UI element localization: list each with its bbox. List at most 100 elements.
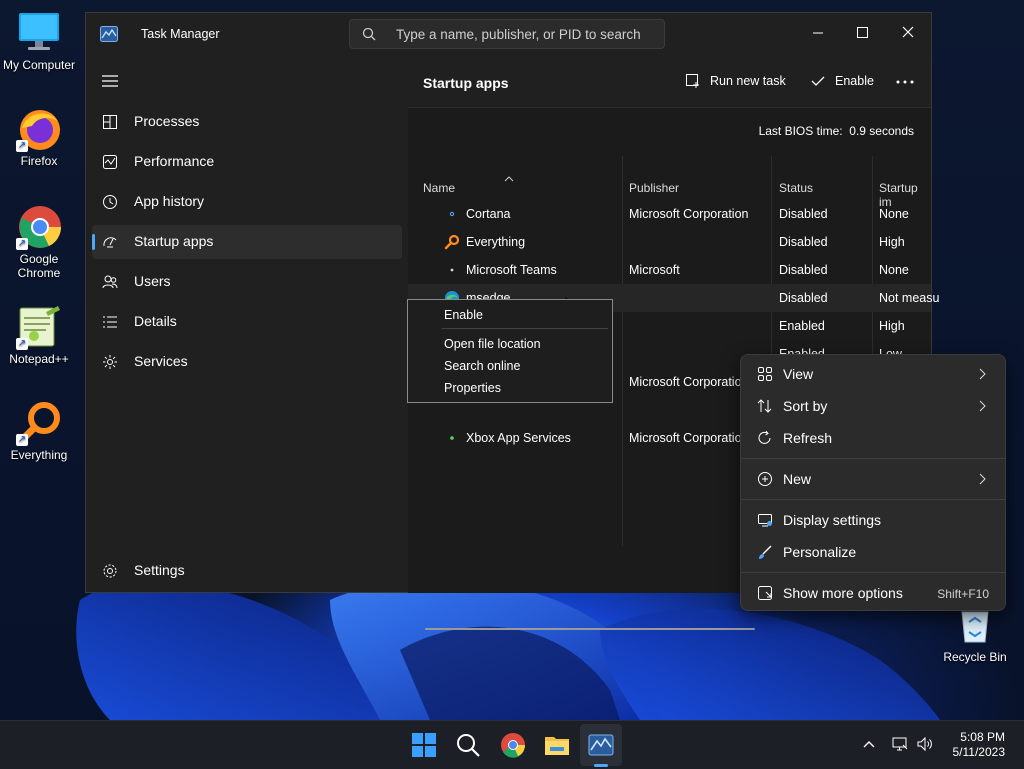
chevron-right-icon xyxy=(977,367,987,381)
shortcut-arrow-icon: ↗ xyxy=(16,434,28,446)
details-icon xyxy=(102,314,118,330)
nav-item-processes[interactable]: Processes xyxy=(92,105,402,139)
title-bar[interactable]: Task Manager Type a name, publisher, or … xyxy=(86,13,931,57)
bios-label: Last BIOS time: xyxy=(758,124,843,138)
close-button[interactable] xyxy=(888,19,928,47)
row-publisher: Microsoft xyxy=(629,263,680,277)
column-header-name[interactable]: Name xyxy=(423,181,455,195)
last-bios-time: Last BIOS time: 0.9 seconds xyxy=(759,124,914,138)
more-dots-icon xyxy=(896,73,914,89)
navigation-pane: Processes Performance App history Startu… xyxy=(86,57,408,593)
menu-item-sort-by[interactable]: Sort by xyxy=(741,390,1005,422)
clock-time: 5:08 PM xyxy=(960,730,1005,744)
desktop-icon-notepadpp[interactable]: ↗ Notepad++ xyxy=(1,304,77,366)
everything-magnifier-icon: ↗ xyxy=(16,400,62,446)
desktop-icon-my-computer[interactable]: My Computer xyxy=(1,10,77,72)
row-impact: High xyxy=(879,319,905,333)
desktop-icon-chrome[interactable]: ↗ Google Chrome xyxy=(1,204,77,280)
nav-item-label: App history xyxy=(134,193,205,209)
menu-item-show-more-options[interactable]: Show more options Shift+F10 xyxy=(741,577,1005,609)
personalize-brush-icon xyxy=(757,544,773,560)
menu-item-label: Show more options xyxy=(783,585,903,601)
window-title: Task Manager xyxy=(141,27,220,41)
nav-item-app-history[interactable]: App history xyxy=(92,185,402,219)
nav-item-label: Users xyxy=(134,273,171,289)
chevron-up-icon[interactable] xyxy=(860,735,878,753)
row-name: Everything xyxy=(466,235,526,249)
everything-magnifier-icon xyxy=(444,234,460,250)
nav-item-label: Settings xyxy=(134,562,185,578)
table-row-cortana[interactable]: Cortana Microsoft Corporation Disabled N… xyxy=(408,200,931,228)
taskbar: 5:08 PM 5/11/2023 xyxy=(0,720,1024,769)
sort-ascending-icon xyxy=(504,170,514,182)
run-new-task-label: Run new task xyxy=(710,74,786,88)
menu-separator xyxy=(741,458,1005,459)
column-header-publisher[interactable]: Publisher xyxy=(629,181,679,195)
menu-item-refresh[interactable]: Refresh xyxy=(741,422,1005,454)
desktop-icon-firefox[interactable]: ↗ Firefox xyxy=(1,106,77,168)
menu-separator xyxy=(741,499,1005,500)
menu-separator xyxy=(442,328,608,329)
refresh-icon xyxy=(757,430,773,446)
column-header-status[interactable]: Status xyxy=(779,181,813,195)
menu-item-properties[interactable]: Properties xyxy=(444,381,501,395)
new-plus-icon xyxy=(757,471,773,487)
menu-item-label: New xyxy=(783,471,812,487)
horizontal-scrollbar[interactable] xyxy=(425,628,755,630)
menu-item-search-online[interactable]: Search online xyxy=(444,359,520,373)
monitor-icon xyxy=(16,10,62,56)
nav-item-services[interactable]: Services xyxy=(92,345,402,379)
menu-item-label: View xyxy=(783,366,814,382)
chrome-icon[interactable] xyxy=(498,730,528,760)
sort-icon xyxy=(757,398,773,414)
menu-item-view[interactable]: View xyxy=(741,358,1005,390)
row-status: Disabled xyxy=(779,291,828,305)
search-box[interactable]: Type a name, publisher, or PID to search xyxy=(349,19,665,49)
maximize-button[interactable] xyxy=(842,19,882,47)
menu-item-label: Sort by xyxy=(783,398,828,414)
row-name: Xbox App Services xyxy=(466,431,571,445)
row-publisher: Microsoft Corporation xyxy=(629,207,749,221)
volume-icon[interactable] xyxy=(916,735,934,753)
task-manager-logo-icon[interactable] xyxy=(586,730,616,760)
nav-item-startup-apps[interactable]: Startup apps xyxy=(92,225,402,259)
start-windows-icon[interactable] xyxy=(409,730,439,760)
minimize-button[interactable] xyxy=(798,19,838,47)
desktop-icon-everything[interactable]: ↗ Everything xyxy=(1,400,77,462)
more-options-icon xyxy=(757,585,773,601)
menu-separator xyxy=(741,572,1005,573)
menu-item-label: Personalize xyxy=(783,544,857,560)
menu-item-personalize[interactable]: Personalize xyxy=(741,536,1005,568)
taskbar-clock[interactable]: 5:08 PM 5/11/2023 xyxy=(953,730,1006,760)
menu-item-enable[interactable]: Enable xyxy=(444,308,483,322)
page-header: Startup apps Run new task Enable xyxy=(408,57,931,108)
menu-item-open-file-location[interactable]: Open file location xyxy=(444,337,541,351)
display-settings-icon xyxy=(757,512,773,528)
table-row-microsoft-teams[interactable]: Microsoft Teams Microsoft Disabled None xyxy=(408,256,931,284)
menu-item-new[interactable]: New xyxy=(741,463,1005,495)
hamburger-menu-icon[interactable] xyxy=(102,74,118,87)
view-grid-icon xyxy=(757,366,773,382)
table-row-everything[interactable]: Everything Disabled High xyxy=(408,228,931,256)
nav-item-details[interactable]: Details xyxy=(92,305,402,339)
checkmark-icon xyxy=(810,73,826,89)
file-explorer-folder-icon[interactable] xyxy=(542,730,572,760)
nav-item-performance[interactable]: Performance xyxy=(92,145,402,179)
row-impact: None xyxy=(879,207,909,221)
network-icon[interactable] xyxy=(891,735,909,753)
search-icon[interactable] xyxy=(453,730,483,760)
menu-item-display-settings[interactable]: Display settings xyxy=(741,504,1005,536)
running-indicator xyxy=(594,764,608,767)
bios-value: 0.9 seconds xyxy=(849,124,914,138)
menu-item-shortcut: Shift+F10 xyxy=(937,587,989,601)
row-status: Disabled xyxy=(779,207,828,221)
chrome-icon: ↗ xyxy=(16,204,62,250)
row-status: Disabled xyxy=(779,235,828,249)
desktop-icon-recycle-bin[interactable]: Recycle Bin xyxy=(937,602,1013,664)
more-options-button[interactable] xyxy=(896,73,916,91)
nav-item-settings[interactable]: Settings xyxy=(92,554,402,588)
nav-item-users[interactable]: Users xyxy=(92,265,402,299)
row-name: Cortana xyxy=(466,207,511,221)
cortana-icon xyxy=(444,206,460,222)
desktop-icon-label: Firefox xyxy=(20,154,58,168)
